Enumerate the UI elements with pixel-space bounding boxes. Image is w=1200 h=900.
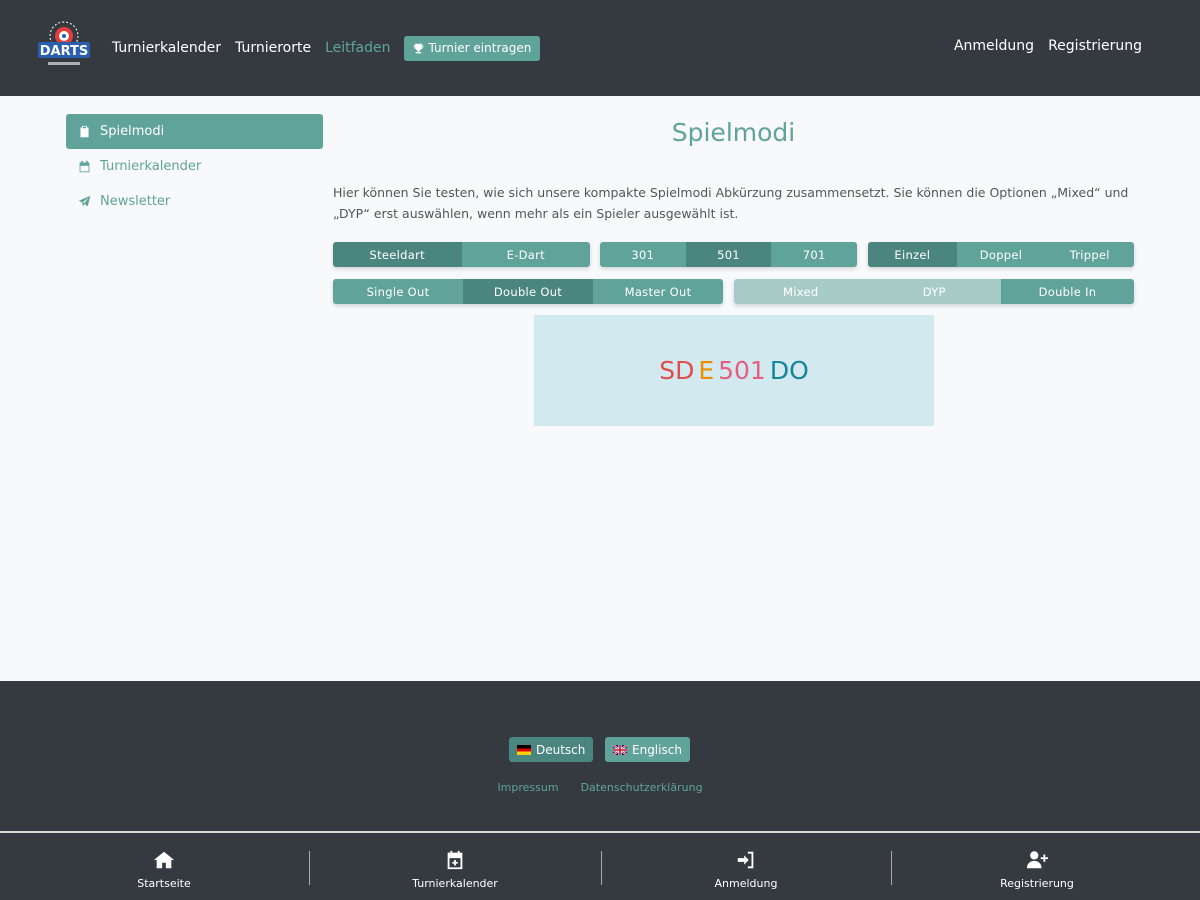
sidebar-item-spielmodi[interactable]: Spielmodi	[66, 114, 323, 149]
sidebar: Spielmodi Turnierkalender Newsletter	[66, 114, 323, 219]
footer-links: Impressum Datenschutzerklärung	[0, 781, 1200, 794]
bottom-nav-label: Anmeldung	[714, 877, 778, 890]
bottom-nav-registrierung[interactable]: Registrierung	[957, 849, 1117, 890]
option-dyp: DYP	[867, 279, 1001, 304]
sidebar-item-label: Newsletter	[100, 194, 171, 209]
option-einzel[interactable]: Einzel	[868, 242, 957, 267]
option-301[interactable]: 301	[600, 242, 686, 267]
sidebar-item-newsletter[interactable]: Newsletter	[66, 184, 323, 219]
calendar-icon	[447, 850, 463, 870]
turnier-eintragen-button[interactable]: Turnier eintragen	[403, 35, 541, 61]
option-e-dart[interactable]: E-Dart	[461, 242, 590, 267]
main-nav: Turnierkalender Turnierorte Leitfaden Tu…	[112, 35, 541, 61]
sidebar-item-label: Turnierkalender	[100, 159, 202, 174]
nav-turnierorte[interactable]: Turnierorte	[235, 40, 311, 56]
option-double-out[interactable]: Double Out	[463, 279, 593, 304]
sidebar-item-turnierkalender[interactable]: Turnierkalender	[66, 149, 323, 184]
bottom-nav-label: Startseite	[137, 877, 191, 890]
option-trippel[interactable]: Trippel	[1045, 242, 1134, 267]
language-deutsch-button[interactable]: Deutsch	[509, 737, 594, 762]
result-part-do: DO	[769, 356, 809, 385]
option-doppel[interactable]: Doppel	[956, 242, 1046, 267]
darts-logo[interactable]: DARTS	[34, 18, 94, 76]
result-part-501: 501	[718, 356, 766, 385]
svg-text:DARTS: DARTS	[40, 44, 89, 59]
top-header: DARTS Turnierkalender Turnierorte Leitfa…	[0, 0, 1200, 96]
page-title: Spielmodi	[671, 118, 796, 147]
sign-in-icon	[737, 851, 754, 869]
bottom-nav-turnierkalender[interactable]: Turnierkalender	[375, 849, 535, 890]
result-part-e: E	[698, 356, 715, 385]
calendar-icon	[79, 160, 90, 173]
bottom-nav-separator	[601, 851, 602, 885]
bottom-nav-startseite[interactable]: Startseite	[84, 849, 244, 890]
nav-anmeldung[interactable]: Anmeldung	[954, 38, 1034, 54]
option-steeldart[interactable]: Steeldart	[333, 242, 462, 267]
bottom-nav-separator	[891, 851, 892, 885]
team-mode-group: Mixed DYP Double In	[734, 279, 1134, 304]
user-plus-icon	[1026, 851, 1048, 869]
bottom-nav-anmeldung[interactable]: Anmeldung	[666, 849, 826, 890]
impressum-link[interactable]: Impressum	[497, 781, 558, 794]
page-description: Hier können Sie testen, wie sich unsere …	[333, 185, 1129, 221]
turnier-eintragen-label: Turnier eintragen	[428, 41, 532, 55]
auth-nav: Anmeldung Registrierung	[954, 38, 1142, 54]
option-501[interactable]: 501	[685, 242, 772, 267]
datenschutz-link[interactable]: Datenschutzerklärung	[581, 781, 703, 794]
uk-flag-icon	[613, 744, 627, 755]
bottom-nav: Startseite Turnierkalender Anmeldung Reg…	[0, 831, 1200, 900]
spielmodus-result: SD E 501 DO	[534, 315, 934, 426]
score-group: 301 501 701	[600, 242, 857, 267]
nav-leitfaden[interactable]: Leitfaden	[325, 40, 390, 56]
bottom-nav-separator	[309, 851, 310, 885]
paper-plane-icon	[78, 195, 91, 207]
trophy-icon	[413, 43, 423, 53]
language-englisch-button[interactable]: Englisch	[605, 737, 690, 762]
sidebar-item-label: Spielmodi	[100, 124, 165, 139]
footer: Deutsch Englisch Impressum Datenschutzer…	[0, 681, 1200, 831]
bottom-nav-label: Turnierkalender	[412, 877, 498, 890]
clipboard-icon	[80, 125, 89, 138]
germany-flag-icon	[517, 744, 531, 755]
nav-registrierung[interactable]: Registrierung	[1048, 38, 1142, 54]
language-label: Englisch	[632, 742, 682, 757]
language-label: Deutsch	[536, 742, 586, 757]
option-701[interactable]: 701	[771, 242, 857, 267]
nav-turnierkalender[interactable]: Turnierkalender	[112, 40, 221, 56]
players-group: Einzel Doppel Trippel	[868, 242, 1134, 267]
bottom-nav-label: Registrierung	[1000, 877, 1074, 890]
option-double-in[interactable]: Double In	[1001, 279, 1134, 304]
out-mode-group: Single Out Double Out Master Out	[333, 279, 723, 304]
result-part-sd: SD	[659, 356, 695, 385]
home-icon	[153, 851, 175, 869]
dart-type-group: Steeldart E-Dart	[333, 242, 590, 267]
option-master-out[interactable]: Master Out	[593, 279, 723, 304]
option-single-out[interactable]: Single Out	[333, 279, 463, 304]
option-mixed: Mixed	[734, 279, 868, 304]
